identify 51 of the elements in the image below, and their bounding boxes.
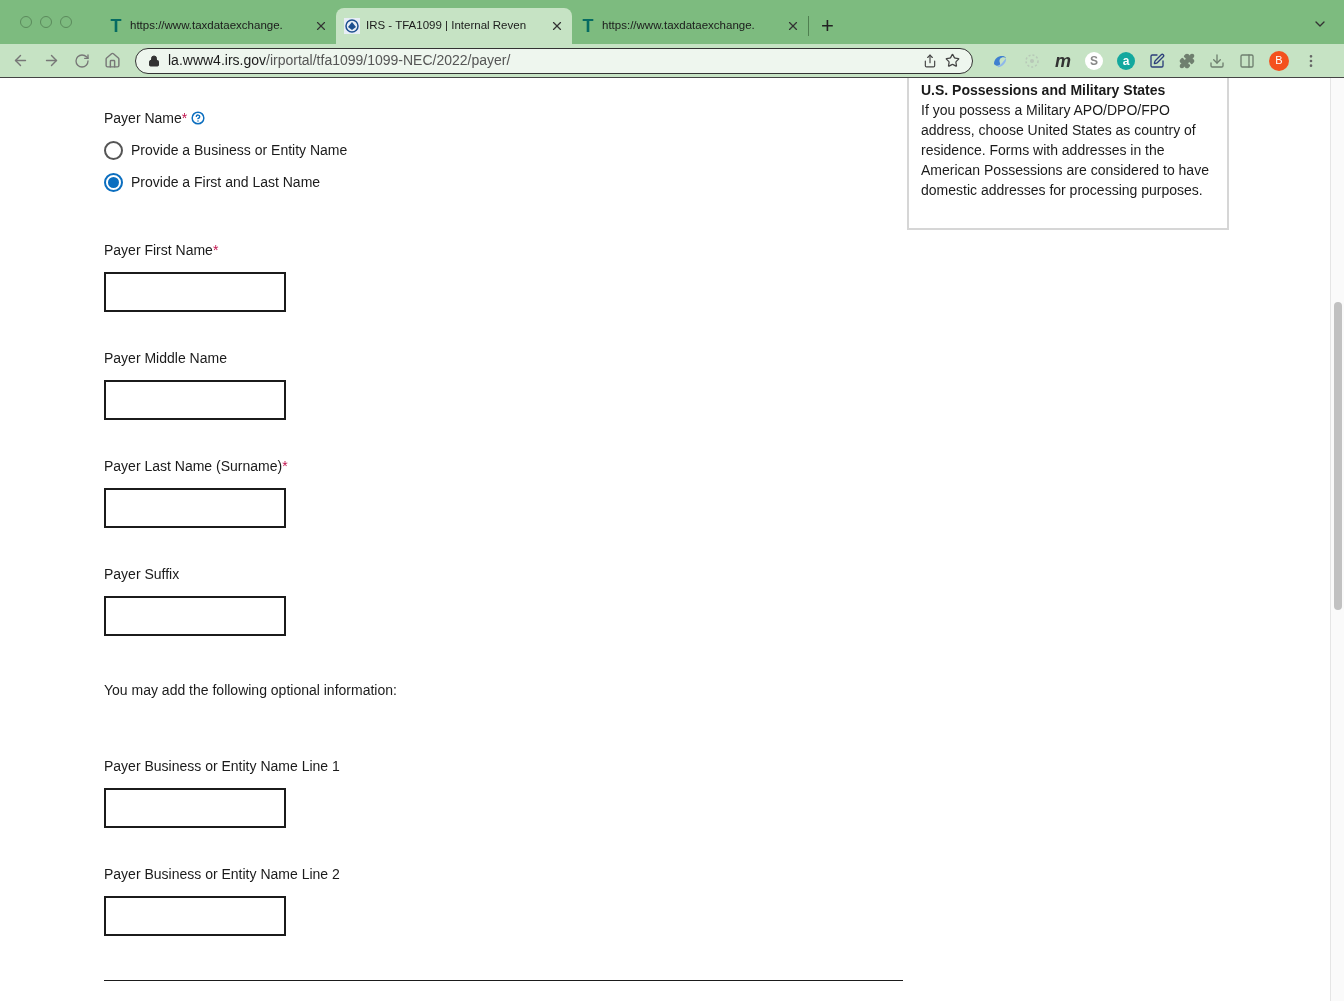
radio-button[interactable] xyxy=(104,172,123,192)
reload-icon[interactable] xyxy=(74,52,90,69)
close-icon[interactable] xyxy=(550,19,564,33)
home-icon[interactable] xyxy=(104,52,121,69)
text-field[interactable] xyxy=(104,596,286,636)
lock-icon xyxy=(148,54,160,67)
text-field[interactable] xyxy=(104,272,286,312)
seal-icon xyxy=(344,18,360,34)
extension-icon[interactable]: m xyxy=(1055,51,1071,70)
scrollbar[interactable] xyxy=(1330,78,1344,1001)
tab-title: IRS - TFA1099 | Internal Reven xyxy=(366,18,528,34)
puzzle-icon[interactable] xyxy=(1179,52,1195,69)
text-field[interactable] xyxy=(104,896,286,936)
url-text: la.www4.irs.gov/irportal/tfa1099/1099-NEC/2022/payer/ xyxy=(168,51,512,70)
browser-tab[interactable]: T https://www.taxdataexchange. xyxy=(100,8,336,44)
field-label: Payer Business or Entity Name Line 1 xyxy=(104,757,341,776)
field-label: Payer Middle Name xyxy=(104,349,228,368)
text-field[interactable] xyxy=(104,788,286,828)
close-icon[interactable] xyxy=(786,19,800,33)
browser-tab[interactable]: T https://www.taxdataexchange. xyxy=(572,8,808,44)
radio-button[interactable] xyxy=(104,140,123,160)
share-icon[interactable] xyxy=(923,53,937,68)
field-label: Payer Last Name (Surname)* xyxy=(104,457,289,476)
field-label: Payer Business or Entity Name Line 2 xyxy=(104,865,341,884)
help-icon[interactable] xyxy=(191,111,206,125)
help-title: U.S. Possessions and Military States xyxy=(921,81,1167,100)
download-icon[interactable] xyxy=(1209,52,1225,69)
back-icon[interactable] xyxy=(12,52,29,69)
dots-icon[interactable] xyxy=(1023,51,1041,70)
text-field[interactable] xyxy=(104,380,286,420)
new-tab-button[interactable]: + xyxy=(821,15,834,37)
tab-title: https://www.taxdataexchange. xyxy=(130,18,284,34)
text-field[interactable] xyxy=(104,488,286,528)
close-icon[interactable] xyxy=(314,19,328,33)
favicon-icon: T xyxy=(108,17,124,35)
radio-label[interactable]: Provide a First and Last Name xyxy=(131,171,321,193)
edit-icon[interactable] xyxy=(1149,52,1165,69)
side-panel-icon[interactable] xyxy=(1239,52,1255,69)
field-label: Payer First Name* xyxy=(104,241,220,260)
optional-note: You may add the following optional information: xyxy=(104,681,398,700)
address-bar[interactable]: la.www4.irs.gov/irportal/tfa1099/1099-NEC/2022/payer/ xyxy=(135,47,973,74)
help-text: If you possess a Military APO/DPO/FPO address, choose United States as country of residence. Forms with addresses in the American Possessions are considered to have domestic addresses for processing purposes. xyxy=(921,101,1210,200)
field-label: Payer Name* xyxy=(104,109,188,128)
radio-label[interactable]: Provide a Business or Entity Name xyxy=(131,139,348,161)
forward-icon[interactable] xyxy=(43,52,60,69)
browser-tab[interactable]: IRS - TFA1099 | Internal Reven xyxy=(336,8,572,44)
tab-title: https://www.taxdataexchange. xyxy=(602,18,756,34)
field-label: Payer Suffix xyxy=(104,565,181,584)
favicon-icon: T xyxy=(580,17,596,35)
bookmark-icon[interactable] xyxy=(945,53,960,68)
extension-icon[interactable]: S xyxy=(1085,51,1103,70)
